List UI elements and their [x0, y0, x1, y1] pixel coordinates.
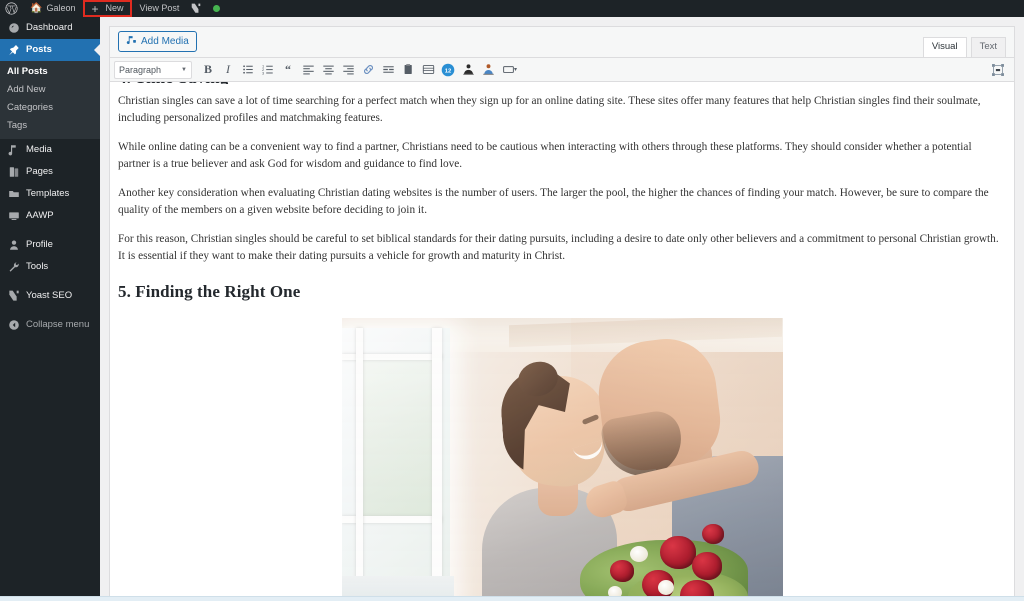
new-content-button[interactable]: + New — [83, 0, 132, 17]
add-media-button[interactable]: Add Media — [118, 31, 197, 52]
content-paragraph: Christian singles can save a lot of time… — [118, 95, 981, 124]
sidebar-item-yoast-seo[interactable]: Yoast SEO — [0, 285, 100, 307]
wordpress-admin-screen: 🏠 Galeon + New View Post Dashboard Posts… — [0, 0, 1024, 601]
sidebar-item-dashboard[interactable]: Dashboard — [0, 17, 100, 39]
numbered-list-button[interactable]: 1 2 3 — [258, 60, 278, 80]
sidebar-item-media[interactable]: Media — [0, 139, 100, 161]
sidebar-item-pages[interactable]: Pages — [0, 161, 100, 183]
content-heading-finding-the-right-one: 5. Finding the Right One — [118, 282, 301, 301]
sidebar-item-posts[interactable]: Posts — [0, 39, 100, 61]
menu-separator — [0, 307, 100, 314]
posts-submenu: All Posts Add New Categories Tags — [0, 61, 100, 139]
sidebar-item-label: Media — [26, 144, 52, 156]
editor-mode-tabs: Visual Text — [919, 37, 1006, 57]
chevron-down-icon: ▼ — [181, 66, 187, 73]
post-editor: Add Media Visual Text Paragraph ▼ B I 1 … — [109, 26, 1015, 601]
sidebar-item-templates[interactable]: Templates — [0, 183, 100, 205]
format-select-value: Paragraph — [119, 64, 162, 75]
new-label: New — [105, 3, 124, 13]
wordpress-logo-button[interactable] — [0, 0, 24, 17]
user-icon — [7, 239, 20, 252]
bulleted-list-button[interactable] — [238, 60, 258, 80]
media-icon — [7, 144, 20, 157]
submenu-item-tags[interactable]: Tags — [0, 117, 100, 135]
post-content-editable[interactable]: 4. Time-Saving Christian singles can sav… — [110, 82, 1014, 601]
admin-bar: 🏠 Galeon + New View Post — [0, 0, 1024, 17]
wordpress-logo-icon — [5, 2, 18, 15]
tab-visual[interactable]: Visual — [922, 37, 967, 57]
home-icon: 🏠 — [30, 3, 43, 14]
site-name-label: Galeon — [46, 3, 76, 13]
italic-button[interactable]: I — [218, 60, 238, 80]
toolbar-dropdown-caret-icon[interactable]: ▾ — [514, 66, 517, 73]
content-paragraph: While online dating can be a convenient … — [118, 141, 972, 170]
editor-media-row: Add Media Visual Text — [110, 27, 1014, 57]
view-post-link[interactable]: View Post — [134, 0, 186, 17]
distraction-free-button[interactable] — [988, 60, 1008, 80]
add-media-icon — [126, 35, 137, 49]
plus-icon: + — [91, 1, 99, 16]
screen-icon — [7, 210, 20, 223]
content-heading-time-saving: 4. Time-Saving — [118, 82, 1006, 84]
add-media-label: Add Media — [141, 36, 189, 47]
bold-button[interactable]: B — [198, 60, 218, 80]
insert-link-button[interactable] — [358, 60, 378, 80]
green-status-dot-icon — [213, 5, 221, 12]
blockquote-button[interactable]: “ — [278, 60, 298, 80]
sidebar-item-profile[interactable]: Profile — [0, 234, 100, 256]
content-figure — [118, 318, 1006, 601]
sidebar-item-label: Dashboard — [26, 22, 73, 34]
insert-person-color-button[interactable] — [478, 60, 498, 80]
couple-embracing-with-roses-photo[interactable] — [341, 318, 783, 601]
submenu-item-categories[interactable]: Categories — [0, 99, 100, 117]
yoast-seo-icon — [7, 290, 20, 303]
menu-separator — [0, 278, 100, 285]
content-paragraph: Another key consideration when evaluatin… — [118, 187, 989, 216]
align-center-button[interactable] — [318, 60, 338, 80]
sidebar-item-label: Templates — [26, 188, 70, 200]
sidebar-item-aawp[interactable]: AAWP — [0, 205, 100, 227]
menu-separator — [0, 227, 100, 234]
editor-toolbar: Paragraph ▼ B I 1 2 3 “ 12 ▾ — [110, 57, 1014, 82]
dashboard-icon — [7, 22, 20, 35]
sidebar-item-label: Yoast SEO — [26, 290, 73, 302]
paragraph-format-select[interactable]: Paragraph ▼ — [114, 60, 192, 79]
sidebar-item-label: AAWP — [26, 210, 54, 222]
read-more-button[interactable] — [378, 60, 398, 80]
collapse-menu-label: Collapse menu — [26, 319, 90, 331]
sidebar-item-label: Posts — [26, 44, 52, 56]
svg-text:3: 3 — [262, 70, 264, 75]
content-paragraph: For this reason, Christian singles shoul… — [118, 233, 999, 262]
site-name-menu[interactable]: 🏠 Galeon — [24, 0, 81, 17]
yoast-seo-icon — [191, 3, 201, 14]
pages-icon — [7, 166, 20, 179]
tab-text[interactable]: Text — [970, 37, 1006, 57]
view-post-label: View Post — [139, 3, 180, 13]
align-left-button[interactable] — [298, 60, 318, 80]
sidebar-item-label: Tools — [26, 261, 49, 273]
collapse-arrow-icon — [7, 319, 20, 332]
bottom-scroll-strip — [0, 596, 1024, 601]
sidebar-item-tools[interactable]: Tools — [0, 256, 100, 278]
status-indicator — [207, 0, 226, 17]
submenu-item-all-posts[interactable]: All Posts — [0, 63, 100, 81]
table-button[interactable] — [418, 60, 438, 80]
blue-plugin-button[interactable]: 12 — [438, 60, 458, 80]
collapse-menu-button[interactable]: Collapse menu — [0, 314, 100, 336]
wrench-icon — [7, 261, 20, 274]
sidebar-item-label: Profile — [26, 239, 53, 251]
yoast-seo-adminbar-menu[interactable] — [185, 0, 207, 17]
svg-text:12: 12 — [445, 68, 452, 74]
pin-icon — [7, 44, 20, 57]
folder-icon — [7, 188, 20, 201]
insert-person-dark-button[interactable] — [458, 60, 478, 80]
main-content-area: Add Media Visual Text Paragraph ▼ B I 1 … — [100, 17, 1024, 601]
admin-sidebar-menu: Dashboard Posts All Posts Add New Catego… — [0, 17, 100, 601]
sidebar-item-label: Pages — [26, 166, 53, 178]
submenu-item-add-new[interactable]: Add New — [0, 81, 100, 99]
paste-as-text-button[interactable] — [398, 60, 418, 80]
align-right-button[interactable] — [338, 60, 358, 80]
